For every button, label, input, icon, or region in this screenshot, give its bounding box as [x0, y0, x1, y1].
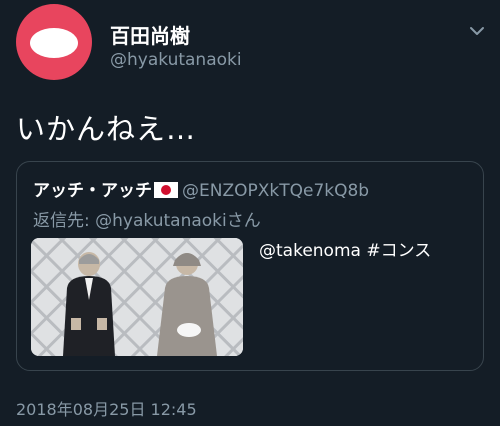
quoted-tweet-text: @takenoma #コンス [259, 241, 432, 261]
tweet-text: いかんねえ… [16, 112, 197, 146]
quoted-display-name: アッチ・アッチ [33, 181, 152, 201]
avatar[interactable] [16, 4, 92, 80]
tweet-timestamp[interactable]: 2018年08月25日 12:45 [16, 396, 197, 420]
author-display-name[interactable]: 百田尚樹 [110, 20, 190, 49]
quoted-tweet[interactable]: アッチ・アッチ @ENZOPXkTQe7kQ8b 返信先: @hyakutanao… [16, 161, 484, 371]
author-handle[interactable]: @hyakutanaoki [110, 50, 242, 70]
reply-to-line: 返信先: @hyakutanaokiさん [33, 206, 261, 231]
quoted-tweet-header: アッチ・アッチ @ENZOPXkTQe7kQ8b [33, 176, 369, 201]
quoted-handle: @ENZOPXkTQe7kQ8b [182, 181, 370, 201]
reply-to-handle[interactable]: @hyakutanaoki [95, 211, 227, 231]
reply-to-prefix: 返信先: [33, 211, 96, 231]
chevron-down-icon[interactable] [466, 20, 488, 42]
tweet: 百田尚樹 @hyakutanaoki いかんねえ… アッチ・アッチ @ENZOPX… [0, 0, 500, 426]
japan-flag-icon [154, 182, 178, 198]
reply-to-suffix: さん [226, 211, 261, 231]
quoted-tweet-image[interactable] [31, 238, 243, 356]
